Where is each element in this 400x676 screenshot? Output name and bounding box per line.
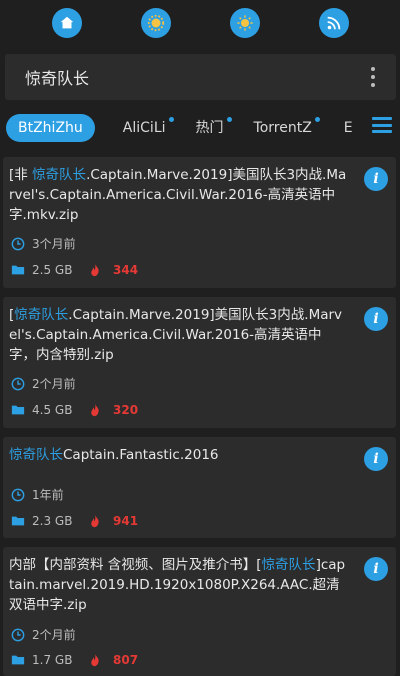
- flame-icon: [91, 653, 99, 667]
- result-title[interactable]: [惊奇队长.Captain.Marve.2019]美国队长3内战.Marvel'…: [9, 305, 348, 365]
- rss-button[interactable]: [318, 8, 349, 38]
- home-button[interactable]: [51, 8, 82, 38]
- tab-label: AliCiLi: [122, 120, 166, 136]
- result-time: 1年前: [32, 488, 64, 502]
- search-bar[interactable]: 惊奇队长: [5, 54, 396, 100]
- size-row: 1.7 GB 807: [11, 653, 138, 667]
- info-button[interactable]: i: [364, 447, 388, 471]
- result-hot: 941: [113, 514, 139, 528]
- result-card[interactable]: [非 惊奇队长.Captain.Marve.2019]美国队长3内战.Marve…: [3, 157, 396, 288]
- clock-icon: [11, 237, 25, 250]
- keyword-highlight: 惊奇队长: [14, 307, 69, 323]
- time-row: 2个月前: [11, 626, 76, 643]
- tab-torrentz[interactable]: TorrentZ: [242, 114, 324, 142]
- size-row: 4.5 GB 320: [11, 403, 138, 417]
- folder-icon: [11, 655, 25, 665]
- result-hot: 807: [113, 653, 139, 667]
- result-card[interactable]: 惊奇队长Captain.Fantastic.2016 i 1年前 2.3 GB …: [3, 437, 396, 538]
- sun-gear-icon: [147, 14, 164, 32]
- keyword-highlight: 惊奇队长: [32, 167, 87, 183]
- keyword-highlight: 惊奇队长: [261, 557, 316, 573]
- flame-icon: [91, 263, 99, 277]
- clock-icon: [11, 628, 25, 641]
- result-size: 1.7 GB: [32, 653, 73, 667]
- sun-gear-button[interactable]: [140, 8, 171, 38]
- more-options-icon[interactable]: [370, 67, 376, 87]
- tab-hot[interactable]: 热门: [184, 114, 236, 142]
- result-size: 4.5 GB: [32, 403, 73, 417]
- flame-icon: [91, 514, 99, 528]
- result-size: 2.5 GB: [32, 263, 73, 277]
- new-dot-icon: [226, 117, 232, 122]
- top-toolbar: [0, 0, 400, 46]
- folder-icon: [11, 516, 25, 526]
- keyword-highlight: 惊奇队长: [9, 447, 63, 463]
- home-icon: [60, 16, 73, 29]
- result-time: 3个月前: [32, 237, 76, 251]
- clock-icon: [11, 377, 25, 390]
- rss-icon: [327, 16, 340, 30]
- result-hot: 344: [113, 263, 139, 277]
- tab-label: BtZhiZhu: [18, 120, 83, 136]
- sun-icon: [236, 15, 253, 31]
- menu-icon[interactable]: [372, 117, 392, 133]
- size-row: 2.5 GB 344: [11, 263, 138, 277]
- source-tabs: BtZhiZhu AliCiLi 热门 TorrentZ E: [0, 110, 400, 146]
- time-row: 2个月前: [11, 375, 76, 392]
- result-title[interactable]: 惊奇队长Captain.Fantastic.2016: [9, 445, 348, 465]
- info-button[interactable]: i: [364, 307, 388, 331]
- new-dot-icon: [314, 117, 320, 122]
- flame-icon: [91, 403, 99, 417]
- result-size: 2.3 GB: [32, 514, 73, 528]
- tab-partial[interactable]: E: [332, 114, 365, 142]
- tab-label: 热门: [195, 120, 224, 136]
- sun-button[interactable]: [229, 8, 260, 38]
- time-row: 3个月前: [11, 235, 76, 252]
- result-title[interactable]: [非 惊奇队长.Captain.Marve.2019]美国队长3内战.Marve…: [9, 165, 348, 225]
- result-time: 2个月前: [32, 628, 76, 642]
- clock-icon: [11, 488, 25, 501]
- result-card[interactable]: 内部【内部资料 含视频、图片及推介书】[惊奇队长]captain.marvel.…: [3, 547, 396, 676]
- folder-icon: [11, 405, 25, 415]
- result-hot: 320: [113, 403, 139, 417]
- info-button[interactable]: i: [364, 557, 388, 581]
- tab-label: TorrentZ: [253, 120, 312, 136]
- result-time: 2个月前: [32, 377, 76, 391]
- tab-btzhizhu[interactable]: BtZhiZhu: [6, 114, 95, 142]
- tab-label: E: [343, 120, 353, 136]
- info-button[interactable]: i: [364, 167, 388, 191]
- result-title[interactable]: 内部【内部资料 含视频、图片及推介书】[惊奇队长]captain.marvel.…: [9, 555, 348, 615]
- result-card[interactable]: [惊奇队长.Captain.Marve.2019]美国队长3内战.Marvel'…: [3, 297, 396, 428]
- size-row: 2.3 GB 941: [11, 514, 138, 528]
- new-dot-icon: [168, 117, 174, 122]
- search-query[interactable]: 惊奇队长: [25, 65, 370, 89]
- tab-alicili[interactable]: AliCiLi: [111, 114, 178, 142]
- time-row: 1年前: [11, 486, 64, 503]
- folder-icon: [11, 265, 25, 275]
